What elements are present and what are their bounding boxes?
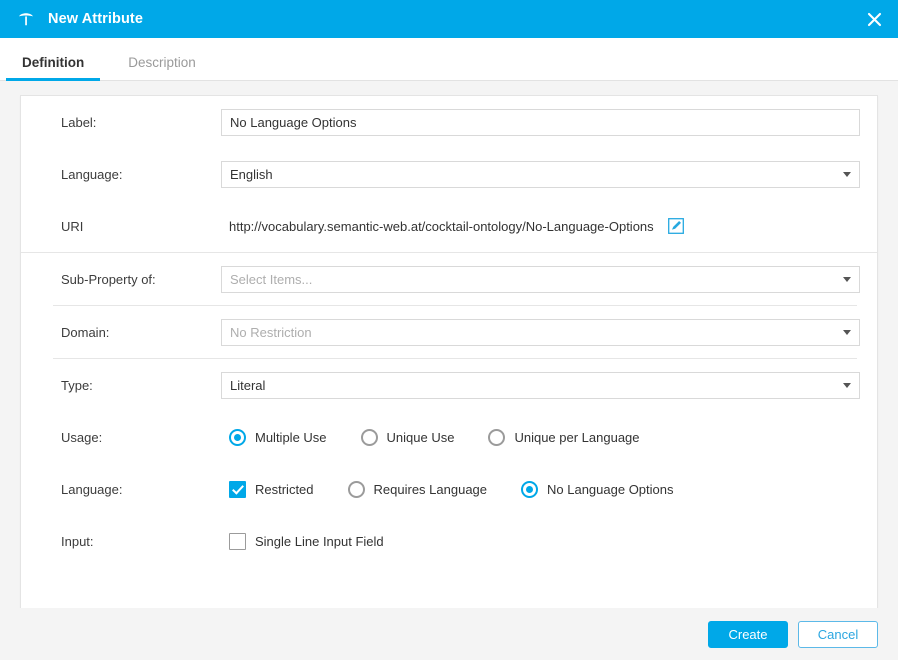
- language-option-restricted[interactable]: Restricted: [229, 481, 314, 498]
- uri-value: http://vocabulary.semantic-web.at/cockta…: [221, 219, 654, 234]
- subproperty-select-value: Select Items...: [221, 266, 860, 293]
- checkbox-icon: [229, 533, 246, 550]
- close-icon[interactable]: [850, 0, 898, 38]
- language-select[interactable]: English: [221, 161, 860, 188]
- checkbox-icon: [229, 481, 246, 498]
- input-option-label: Single Line Input Field: [255, 534, 384, 549]
- domain-label: Domain:: [41, 325, 221, 340]
- edit-pencil-icon[interactable]: [668, 218, 684, 234]
- language-option-label: No Language Options: [547, 482, 673, 497]
- type-label: Type:: [41, 378, 221, 393]
- usage-label: Usage:: [41, 430, 221, 445]
- create-button[interactable]: Create: [708, 621, 788, 648]
- row-uri: URI http://vocabulary.semantic-web.at/co…: [21, 200, 877, 252]
- subproperty-label: Sub-Property of:: [41, 272, 221, 287]
- dialog-title: New Attribute: [48, 11, 143, 27]
- subproperty-select[interactable]: Select Items...: [221, 266, 860, 293]
- dialog-titlebar: New Attribute: [0, 0, 898, 38]
- type-select[interactable]: Literal: [221, 372, 860, 399]
- domain-select[interactable]: No Restriction: [221, 319, 860, 346]
- dialog-tabbar: Definition Description: [0, 38, 898, 81]
- uri-label: URI: [41, 219, 221, 234]
- tab-description[interactable]: Description: [106, 56, 218, 81]
- row-subproperty: Sub-Property of: Select Items...: [21, 253, 877, 305]
- input-option-single-line[interactable]: Single Line Input Field: [229, 533, 384, 550]
- input-checkbox-group: Single Line Input Field: [221, 533, 418, 550]
- poolparty-t-icon: [14, 7, 38, 31]
- definition-form-card: Label: Language: English URI http://voca…: [20, 95, 878, 609]
- radio-icon: [229, 429, 246, 446]
- usage-option-unique-per-language[interactable]: Unique per Language: [488, 429, 639, 446]
- language-select-value: English: [221, 161, 860, 188]
- language-options-group: Restricted Requires Language No Language…: [221, 481, 708, 498]
- language-select-label: Language:: [41, 167, 221, 182]
- usage-radio-group: Multiple Use Unique Use Unique per Langu…: [221, 429, 674, 446]
- row-domain: Domain: No Restriction: [21, 306, 877, 358]
- cancel-button[interactable]: Cancel: [798, 621, 878, 648]
- language-options-label: Language:: [41, 482, 221, 497]
- usage-option-label: Unique Use: [387, 430, 455, 445]
- label-field-label: Label:: [41, 115, 221, 130]
- radio-icon: [521, 481, 538, 498]
- row-type: Type: Literal: [21, 359, 877, 411]
- language-option-no-language-options[interactable]: No Language Options: [521, 481, 673, 498]
- domain-select-value: No Restriction: [221, 319, 860, 346]
- language-option-label: Requires Language: [374, 482, 487, 497]
- input-row-label: Input:: [41, 534, 221, 549]
- usage-option-label: Multiple Use: [255, 430, 327, 445]
- tab-definition[interactable]: Definition: [0, 56, 106, 81]
- type-select-value: Literal: [221, 372, 860, 399]
- language-option-requires-language[interactable]: Requires Language: [348, 481, 487, 498]
- usage-option-unique-use[interactable]: Unique Use: [361, 429, 455, 446]
- radio-icon: [488, 429, 505, 446]
- row-language-select: Language: English: [21, 148, 877, 200]
- row-label: Label:: [21, 96, 877, 148]
- dialog-body: Label: Language: English URI http://voca…: [0, 81, 898, 660]
- row-input: Input: Single Line Input Field: [21, 515, 877, 567]
- dialog-footer: Create Cancel: [0, 608, 898, 660]
- usage-option-label: Unique per Language: [514, 430, 639, 445]
- row-language-options: Language: Restricted Requires Language N…: [21, 463, 877, 515]
- usage-option-multiple-use[interactable]: Multiple Use: [229, 429, 327, 446]
- radio-icon: [361, 429, 378, 446]
- row-usage: Usage: Multiple Use Unique Use Unique pe…: [21, 411, 877, 463]
- language-option-label: Restricted: [255, 482, 314, 497]
- label-input[interactable]: [221, 109, 860, 136]
- radio-icon: [348, 481, 365, 498]
